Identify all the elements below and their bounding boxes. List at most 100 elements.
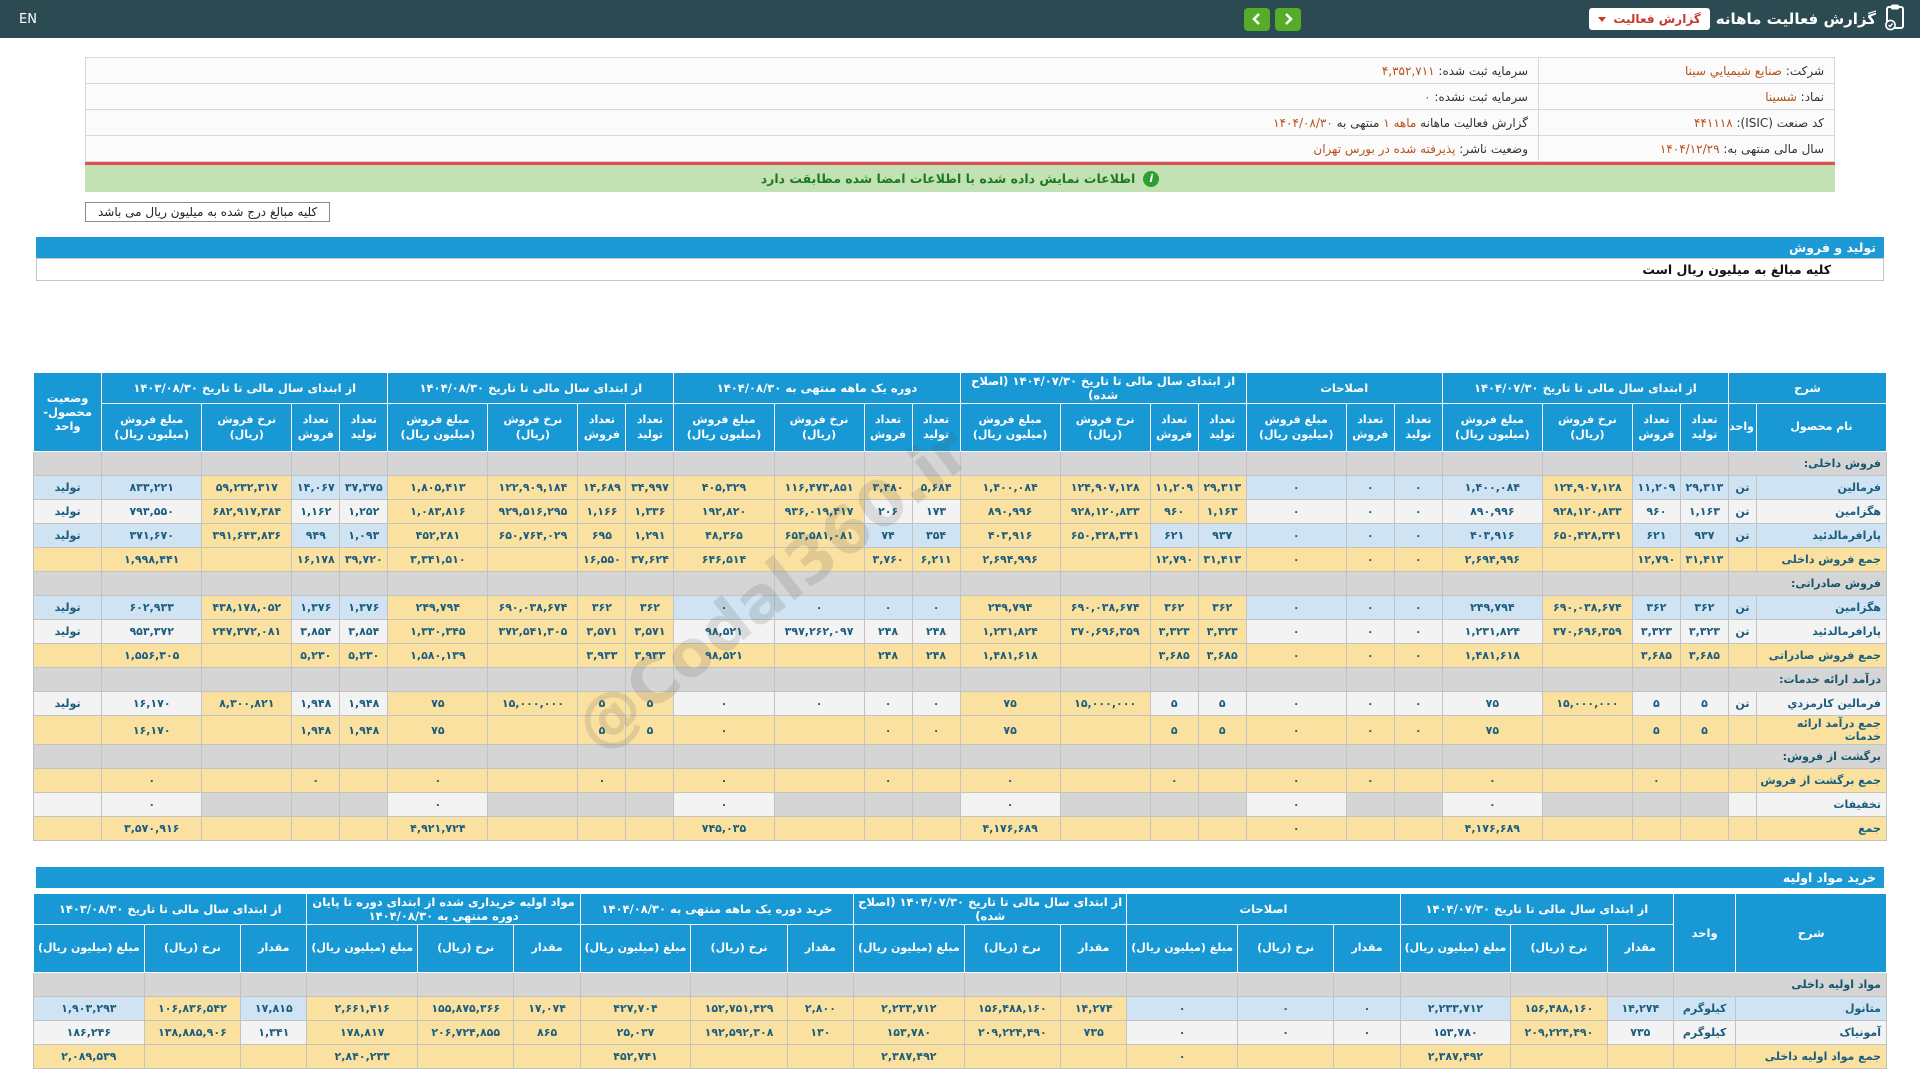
column-header: نرخ (ریال): [143, 924, 242, 973]
cell: ۰: [863, 768, 913, 793]
status-cell: تولید: [32, 499, 103, 524]
cell: [1197, 571, 1247, 596]
status-cell: [32, 715, 103, 745]
app-brand: گزارش فعالیت ماهانه: [1710, 3, 1907, 35]
column-header: نرخ فروش (ریال): [773, 403, 865, 452]
cell: [201, 715, 293, 745]
cell: ۱,۱۶۳: [1197, 499, 1247, 524]
cell: [1631, 792, 1681, 817]
cell: ۱۲,۷۹۰: [1631, 547, 1681, 572]
cell: [959, 667, 1061, 692]
cell: ۰: [1345, 643, 1395, 668]
cell: [625, 571, 675, 596]
cell: ۰: [1393, 547, 1443, 572]
row-label: مواد اولیه داخلی: [1672, 972, 1888, 997]
cell: ۱۵۶,۴۸۸,۱۶۰: [1510, 996, 1608, 1021]
column-header: خرید دوره یک ماهه منتهی به ۱۴۰۴/۰۸/۳۰: [579, 893, 855, 925]
column-header: مبلغ فروش (میلیون ریال): [959, 403, 1061, 452]
column-header: تعداد فروش: [1631, 403, 1681, 452]
column-header: نرخ (ریال): [1236, 924, 1335, 973]
column-header: واحد: [1727, 403, 1757, 452]
table-row: جمع برگشت از فروش ۰ ۰ ۰ ۰ ۰ ۰ ۰ ۰ ۰ ۰ ۰ ۰: [32, 768, 1888, 793]
cell: ۴,۱۷۶,۶۸۹: [959, 816, 1061, 841]
cell: [240, 1044, 308, 1069]
cell: ۰: [387, 768, 489, 793]
column-header: نرخ فروش (ریال): [487, 403, 579, 452]
cell: [339, 768, 389, 793]
cell: [911, 571, 961, 596]
row-label: فرمالین کارمزدي: [1755, 691, 1888, 716]
cell: ۰: [1245, 816, 1347, 841]
cell: ۲۴۷,۳۷۲,۰۸۱: [201, 619, 293, 644]
cell: [1149, 816, 1199, 841]
cell: ۱,۹۰۳,۲۹۳: [33, 996, 145, 1021]
cell: [339, 667, 389, 692]
cell: [911, 768, 961, 793]
cell: [1631, 744, 1681, 769]
cell: ۱۵,۰۰۰,۰۰۰: [1059, 691, 1151, 716]
table-row: آمونیاک کیلوگرم ۷۳۵ ۲۰۹,۲۲۴,۴۹۰ ۱۵۳,۷۸۰ ۰ ۰ ۰ ۷۳…: [33, 1020, 1887, 1045]
cell: [487, 768, 579, 793]
cell: [773, 744, 865, 769]
chevron-right-icon: [1285, 13, 1294, 25]
cell: ۱۱,۲۰۹: [1149, 475, 1199, 500]
cell: ۶۲۱: [1631, 523, 1681, 548]
category-row: فروش داخلی:: [32, 451, 1888, 476]
cell: ۵: [1631, 715, 1681, 745]
column-header: مبلغ فروش (میلیون ریال): [1245, 403, 1347, 452]
cell: ۴۲۷,۷۰۴: [579, 996, 692, 1021]
column-header: از ابتدای سال مالی تا تاریخ ۱۴۰۴/۰۷/۳۰: [1399, 893, 1674, 925]
info-row: کد صنعت (ISIC): ۴۴۱۱۱۸ گزارش فعالیت ماهان…: [85, 109, 1835, 136]
cell: ۰: [1393, 691, 1443, 716]
cell: ۶۵۰,۴۲۸,۳۴۱: [1541, 523, 1633, 548]
column-header: مقدار: [240, 924, 308, 973]
prev-report-button[interactable]: [1244, 7, 1271, 31]
cell: [673, 571, 775, 596]
cell: ۵: [1679, 691, 1729, 716]
unit-cell: تن: [1727, 499, 1757, 524]
cell: ۵,۲۳۰: [291, 643, 341, 668]
cell: [291, 451, 341, 476]
info-cell: سال مالی منتهی به: ۱۴۰۴/۱۲/۲۹: [1538, 135, 1835, 162]
cell: [32, 571, 103, 596]
report-type-dropdown[interactable]: گزارش فعالیت: [1589, 8, 1710, 30]
row-label: جمع فروش داخلی: [1755, 547, 1888, 572]
cell: ۰: [1245, 691, 1347, 716]
cell: ۰: [1333, 996, 1401, 1021]
unit-note: کلیه مبالغ درج شده به میلیون ریال می باش…: [85, 202, 331, 222]
cell: [1059, 816, 1151, 841]
cell: [143, 1044, 242, 1069]
cell: ۱۹۲,۵۹۲,۳۰۸: [690, 1020, 788, 1045]
cell: ۱۵,۰۰۰,۰۰۰: [1541, 691, 1633, 716]
cell: ۵: [1631, 691, 1681, 716]
cell: [32, 667, 103, 692]
cell: ۰: [1245, 792, 1347, 817]
cell: ۲,۸۴۰,۲۳۳: [306, 1044, 418, 1069]
column-header: تعداد فروش: [577, 403, 627, 452]
cell: [1345, 571, 1395, 596]
cell: ۰: [773, 691, 865, 716]
cell: ۱۱۶,۴۷۳,۸۵۱: [773, 475, 865, 500]
cell: [387, 571, 489, 596]
cell: ۳,۳۲۳: [1197, 619, 1247, 644]
cell: [1679, 744, 1729, 769]
cell: ۹۳۶,۰۱۹,۴۱۷: [773, 499, 865, 524]
cell: ۲۹,۳۱۳: [1197, 475, 1247, 500]
language-toggle[interactable]: EN: [13, 12, 43, 27]
cell: [1393, 571, 1443, 596]
cell: ۸۹۰,۹۹۶: [959, 499, 1061, 524]
next-report-button[interactable]: [1275, 7, 1302, 31]
cell: [1631, 816, 1681, 841]
cell: ۰: [1345, 595, 1395, 620]
cell: [201, 768, 293, 793]
column-header: مبلغ فروش (میلیون ریال): [101, 403, 203, 452]
cell: ۲۰۹,۲۲۴,۴۹۰: [963, 1020, 1062, 1045]
cell: [487, 451, 579, 476]
cell: ۴,۹۲۱,۷۲۴: [387, 816, 489, 841]
cell: ۹۵۳,۳۷۲: [101, 619, 203, 644]
table-row: جمع ۴,۱۷۶,۶۸۹ ۰ ۴,۱۷۶,۶۸۹ ۷۴۵,۰۳۵ ۴,۹۲۱,۷۲۴ ۳,…: [32, 816, 1888, 841]
cell: ۳۹,۷۲۰: [339, 547, 389, 572]
cell: [201, 643, 293, 668]
info-label: سرمایه ثبت نشده:: [1430, 89, 1528, 104]
cell: ۰: [101, 792, 203, 817]
